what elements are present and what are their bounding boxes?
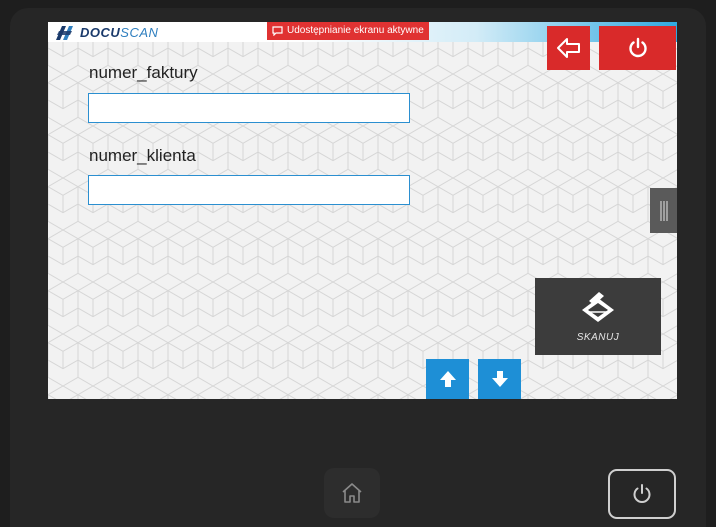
scan-button[interactable]: SKANUJ	[535, 278, 661, 355]
back-arrow-icon	[556, 38, 580, 58]
logo-text-light: SCAN	[120, 25, 159, 40]
logout-power-button[interactable]	[599, 26, 676, 70]
home-icon	[342, 483, 362, 503]
back-button[interactable]	[547, 26, 590, 70]
drag-handle-icon	[659, 200, 668, 221]
logo-text-bold: DOCU	[80, 25, 121, 40]
chat-bubble-icon	[272, 26, 283, 36]
scanner-icon	[582, 292, 614, 322]
scroll-down-button[interactable]	[478, 359, 521, 399]
arrow-down-icon	[491, 371, 508, 387]
hardware-home-button[interactable]	[324, 468, 380, 518]
app-screen: DOCU SCAN Udostępnianie ekranu aktywne nu…	[48, 22, 677, 399]
arrow-up-icon	[439, 371, 456, 387]
invoice-number-label: numer_faktury	[89, 63, 198, 82]
client-number-label: numer_klienta	[89, 146, 196, 165]
scan-label: SKANUJ	[576, 332, 620, 343]
scroll-up-button[interactable]	[426, 359, 469, 399]
screen-share-label: Udostępnianie ekranu aktywne	[287, 25, 424, 36]
client-number-input[interactable]	[88, 175, 410, 205]
power-icon	[628, 37, 647, 58]
power-icon	[633, 484, 651, 503]
invoice-number-input[interactable]	[88, 93, 410, 123]
docuscan-logo: DOCU SCAN	[56, 25, 158, 40]
hardware-power-button[interactable]	[608, 469, 676, 519]
logo-mark-icon	[56, 25, 73, 40]
side-panel-handle[interactable]	[650, 188, 677, 233]
screen-share-badge: Udostępnianie ekranu aktywne	[267, 22, 429, 40]
